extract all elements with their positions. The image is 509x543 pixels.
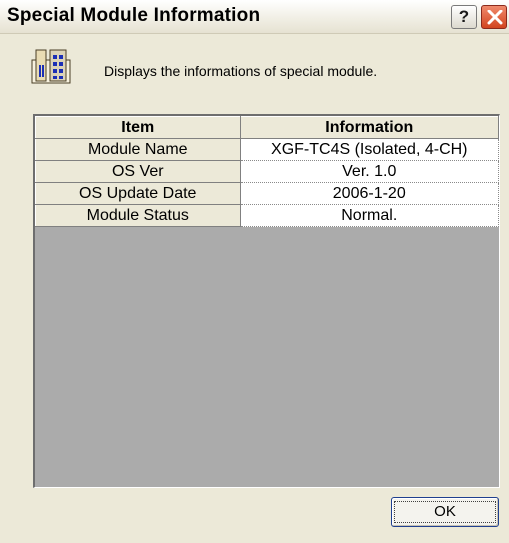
row-label: Module Status <box>35 204 241 227</box>
row-value: XGF-TC4S (Isolated, 4-CH) <box>240 138 500 161</box>
info-table: Item Information Module Name XGF-TC4S (I… <box>35 116 500 227</box>
module-description: Displays the informations of special mod… <box>104 63 378 79</box>
table-row[interactable]: OS Update Date 2006-1-20 <box>35 182 500 205</box>
table-row[interactable]: OS Ver Ver. 1.0 <box>35 160 500 183</box>
table-row[interactable]: Module Name XGF-TC4S (Isolated, 4-CH) <box>35 138 500 161</box>
row-label: Module Name <box>35 138 241 161</box>
help-button[interactable]: ? <box>451 5 477 29</box>
special-module-info-dialog: Special Module Information ? Displays th… <box>0 0 509 543</box>
row-label: OS Ver <box>35 160 241 183</box>
column-header-item[interactable]: Item <box>35 116 241 139</box>
window-title: Special Module Information <box>7 5 261 26</box>
module-icon <box>31 49 71 84</box>
header-row: Item Information <box>35 116 500 139</box>
row-value: Ver. 1.0 <box>240 160 500 183</box>
column-header-information[interactable]: Information <box>239 116 500 139</box>
close-icon <box>487 10 503 25</box>
table-row[interactable]: Module Status Normal. <box>35 204 500 227</box>
row-value: 2006-1-20 <box>240 182 500 205</box>
ok-button-label: OK <box>394 501 496 523</box>
close-button[interactable] <box>481 5 507 29</box>
title-bar[interactable]: Special Module Information ? <box>0 0 509 34</box>
row-label: OS Update Date <box>35 182 241 205</box>
ok-button[interactable]: OK <box>391 497 499 527</box>
help-icon: ? <box>458 7 470 26</box>
info-grid[interactable]: Item Information Module Name XGF-TC4S (I… <box>33 114 500 488</box>
row-value: Normal. <box>240 204 500 227</box>
